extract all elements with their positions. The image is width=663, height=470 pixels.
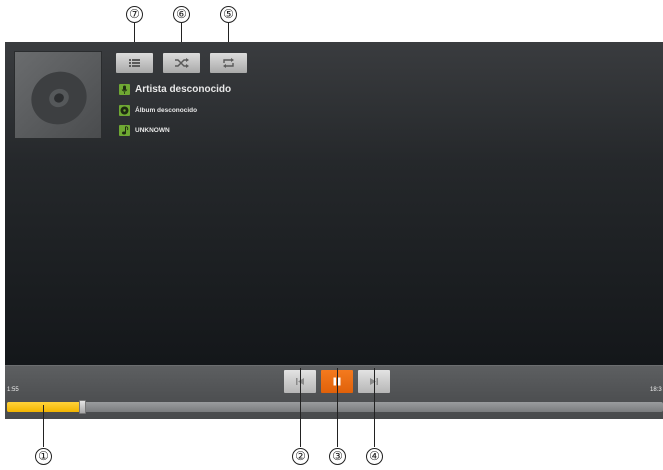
shuffle-button[interactable]	[163, 53, 200, 73]
artist-row: Artista desconocido	[119, 82, 231, 96]
cd-icon	[14, 51, 102, 139]
seek-bar-progress	[7, 402, 82, 412]
seek-bar[interactable]	[7, 400, 663, 414]
callout-leader	[337, 368, 338, 447]
callout-repeat: ⑤	[220, 6, 237, 23]
callout-shuffle: ⑥	[173, 6, 190, 23]
album-name: Álbum desconocido	[135, 106, 198, 114]
playlist-button[interactable]	[116, 53, 153, 73]
music-note-icon	[119, 124, 130, 136]
callout-leader	[300, 368, 301, 447]
player-screen: Artista desconocido Álbum desconocido UN…	[5, 42, 663, 419]
song-title: UNKNOWN	[135, 126, 170, 134]
total-duration: 18:3	[650, 387, 662, 393]
callout-leader	[374, 368, 375, 447]
shuffle-icon	[175, 58, 189, 68]
callout-leader	[43, 405, 44, 447]
playback-control-bar: 1:55 18:3	[5, 365, 663, 419]
list-icon	[129, 59, 140, 67]
music-player-manual-figure: ⑦ ⑥ ⑤ Artista desconocido Álbum desconoc…	[0, 0, 663, 470]
repeat-button[interactable]	[210, 53, 247, 73]
callout-next: ④	[366, 448, 383, 465]
callout-pause: ③	[329, 448, 346, 465]
callout-playlist: ⑦	[126, 6, 143, 23]
song-row: UNKNOWN	[119, 123, 170, 137]
album-row: Álbum desconocido	[119, 103, 197, 117]
artist-name: Artista desconocido	[135, 83, 232, 95]
seek-bar-thumb[interactable]	[79, 400, 86, 414]
elapsed-time: 1:55	[7, 387, 19, 393]
repeat-icon	[223, 58, 234, 68]
album-icon	[119, 104, 130, 116]
microphone-icon	[119, 83, 130, 95]
callout-previous: ②	[292, 448, 309, 465]
callout-seek-bar: ①	[35, 448, 52, 465]
